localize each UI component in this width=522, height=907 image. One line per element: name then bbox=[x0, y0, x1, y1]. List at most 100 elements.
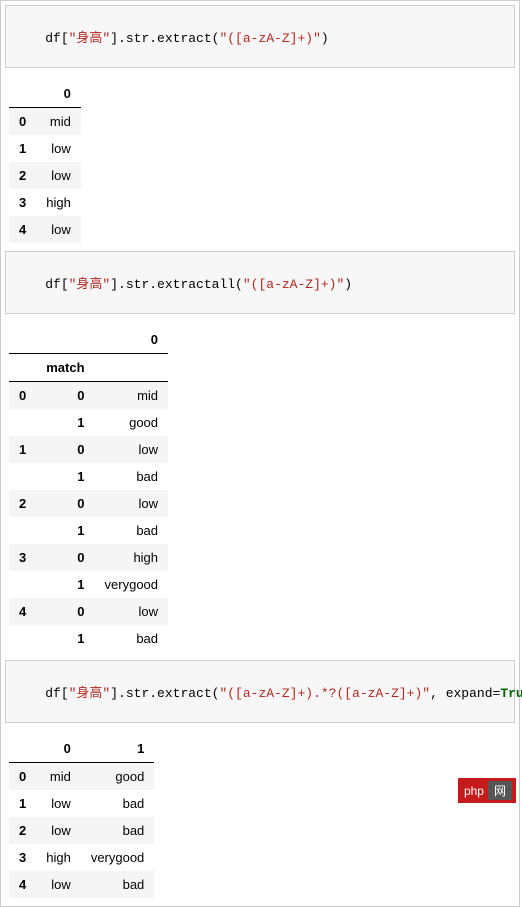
code-segment: df[ bbox=[45, 686, 68, 701]
code-segment: "身高" bbox=[69, 31, 111, 46]
dataframe-table-2: 0 1 0midgood 1lowbad 2lowbad 3highverygo… bbox=[9, 735, 154, 898]
table-row: 0mid bbox=[9, 108, 81, 136]
table-cell: mid bbox=[36, 763, 81, 791]
table-cell: verygood bbox=[81, 844, 154, 871]
table-cell: good bbox=[81, 763, 154, 791]
table-index-header bbox=[36, 326, 94, 354]
table-row: 10low bbox=[9, 436, 168, 463]
code-segment: ].str.extract( bbox=[110, 31, 219, 46]
table-row-index: 1 bbox=[9, 135, 36, 162]
table-row-index-0: 3 bbox=[9, 544, 36, 571]
table-row-index: 3 bbox=[9, 844, 36, 871]
table-row-index: 2 bbox=[9, 162, 36, 189]
table-row-index-0 bbox=[9, 625, 36, 652]
table-row-index: 2 bbox=[9, 817, 36, 844]
table-cell: mid bbox=[95, 382, 168, 410]
table-cell: low bbox=[36, 871, 81, 898]
table-row-index-1: 1 bbox=[36, 409, 94, 436]
table-row: 1lowbad bbox=[9, 790, 154, 817]
table-cell: low bbox=[95, 436, 168, 463]
notebook-container: df["身高"].str.extract("([a-zA-Z]+)") 0 0m… bbox=[0, 0, 520, 907]
table-cell: low bbox=[36, 135, 81, 162]
table-cell: bad bbox=[81, 871, 154, 898]
table-cell: high bbox=[95, 544, 168, 571]
output-cell-2: 0 1 0midgood 1lowbad 2lowbad 3highverygo… bbox=[5, 727, 515, 902]
table-row-index-0: 2 bbox=[9, 490, 36, 517]
table-row-index-1: 0 bbox=[36, 544, 94, 571]
table-row-index-1: 1 bbox=[36, 517, 94, 544]
table-row: 4lowbad bbox=[9, 871, 154, 898]
table-row: 2lowbad bbox=[9, 817, 154, 844]
code-segment: "([a-zA-Z]+)" bbox=[219, 31, 320, 46]
logo-right-text: 网 bbox=[488, 781, 512, 800]
table-cell: low bbox=[36, 216, 81, 243]
table-row: 0midgood bbox=[9, 763, 154, 791]
code-segment: ) bbox=[344, 277, 352, 292]
table-row-index-0: 0 bbox=[9, 382, 36, 410]
output-cell-0: 0 0mid 1low 2low 3high 4low bbox=[5, 72, 515, 247]
table-cell: high bbox=[36, 189, 81, 216]
site-logo-badge: php 网 bbox=[458, 778, 516, 803]
table-row-index-0 bbox=[9, 409, 36, 436]
table-col-header: 0 bbox=[95, 326, 168, 354]
table-row: 1bad bbox=[9, 625, 168, 652]
table-cell: low bbox=[36, 162, 81, 189]
table-cell: verygood bbox=[95, 571, 168, 598]
table-row-index-1: 1 bbox=[36, 571, 94, 598]
code-cell-0: df["身高"].str.extract("([a-zA-Z]+)") bbox=[5, 5, 515, 68]
table-row-index-0 bbox=[9, 517, 36, 544]
table-row: 20low bbox=[9, 490, 168, 517]
table-row-index-1: 1 bbox=[36, 625, 94, 652]
table-row: 40low bbox=[9, 598, 168, 625]
table-index-name bbox=[9, 354, 36, 382]
table-row: 2low bbox=[9, 162, 81, 189]
table-index-header bbox=[9, 735, 36, 763]
table-cell: bad bbox=[95, 625, 168, 652]
table-row-index-1: 0 bbox=[36, 382, 94, 410]
code-segment: ].str.extract( bbox=[110, 686, 219, 701]
table-cell: bad bbox=[81, 817, 154, 844]
code-segment: "([a-zA-Z]+).*?([a-zA-Z]+)" bbox=[219, 686, 430, 701]
table-row: 30high bbox=[9, 544, 168, 571]
table-row: 00mid bbox=[9, 382, 168, 410]
dataframe-table-1: 0 match 00mid 1good 10low 1bad 20low 1ba… bbox=[9, 326, 168, 652]
table-row: 1good bbox=[9, 409, 168, 436]
table-cell: mid bbox=[36, 108, 81, 136]
table-row-index-0: 4 bbox=[9, 598, 36, 625]
table-row-index-1: 1 bbox=[36, 463, 94, 490]
table-row-index-0 bbox=[9, 463, 36, 490]
table-row-index: 1 bbox=[9, 790, 36, 817]
table-row: 1bad bbox=[9, 517, 168, 544]
table-col-header: 0 bbox=[36, 735, 81, 763]
table-row: 3high bbox=[9, 189, 81, 216]
table-row: 3highverygood bbox=[9, 844, 154, 871]
dataframe-table-0: 0 0mid 1low 2low 3high 4low bbox=[9, 80, 81, 243]
table-row-index: 4 bbox=[9, 871, 36, 898]
code-segment: , expand= bbox=[430, 686, 500, 701]
code-segment: ].str.extractall( bbox=[110, 277, 243, 292]
code-cell-1: df["身高"].str.extractall("([a-zA-Z]+)") bbox=[5, 251, 515, 314]
table-cell: low bbox=[36, 790, 81, 817]
table-row-index-1: 0 bbox=[36, 436, 94, 463]
code-segment: True bbox=[500, 686, 522, 701]
table-row-index: 3 bbox=[9, 189, 36, 216]
table-cell: low bbox=[36, 817, 81, 844]
code-cell-2: df["身高"].str.extract("([a-zA-Z]+).*?([a-… bbox=[5, 660, 515, 723]
table-cell: bad bbox=[95, 463, 168, 490]
table-index-header bbox=[9, 326, 36, 354]
table-row-index-0 bbox=[9, 571, 36, 598]
table-row: 1verygood bbox=[9, 571, 168, 598]
table-cell: low bbox=[95, 598, 168, 625]
table-row: 4low bbox=[9, 216, 81, 243]
table-row: 1bad bbox=[9, 463, 168, 490]
code-segment: "身高" bbox=[69, 686, 111, 701]
table-row-index-0: 1 bbox=[9, 436, 36, 463]
table-spacer-header bbox=[95, 354, 168, 382]
table-row-index-1: 0 bbox=[36, 490, 94, 517]
code-segment: ) bbox=[321, 31, 329, 46]
table-index-header bbox=[9, 80, 36, 108]
code-segment: "身高" bbox=[69, 277, 111, 292]
table-index-name: match bbox=[36, 354, 94, 382]
logo-left-text: php bbox=[464, 784, 484, 798]
table-cell: bad bbox=[95, 517, 168, 544]
